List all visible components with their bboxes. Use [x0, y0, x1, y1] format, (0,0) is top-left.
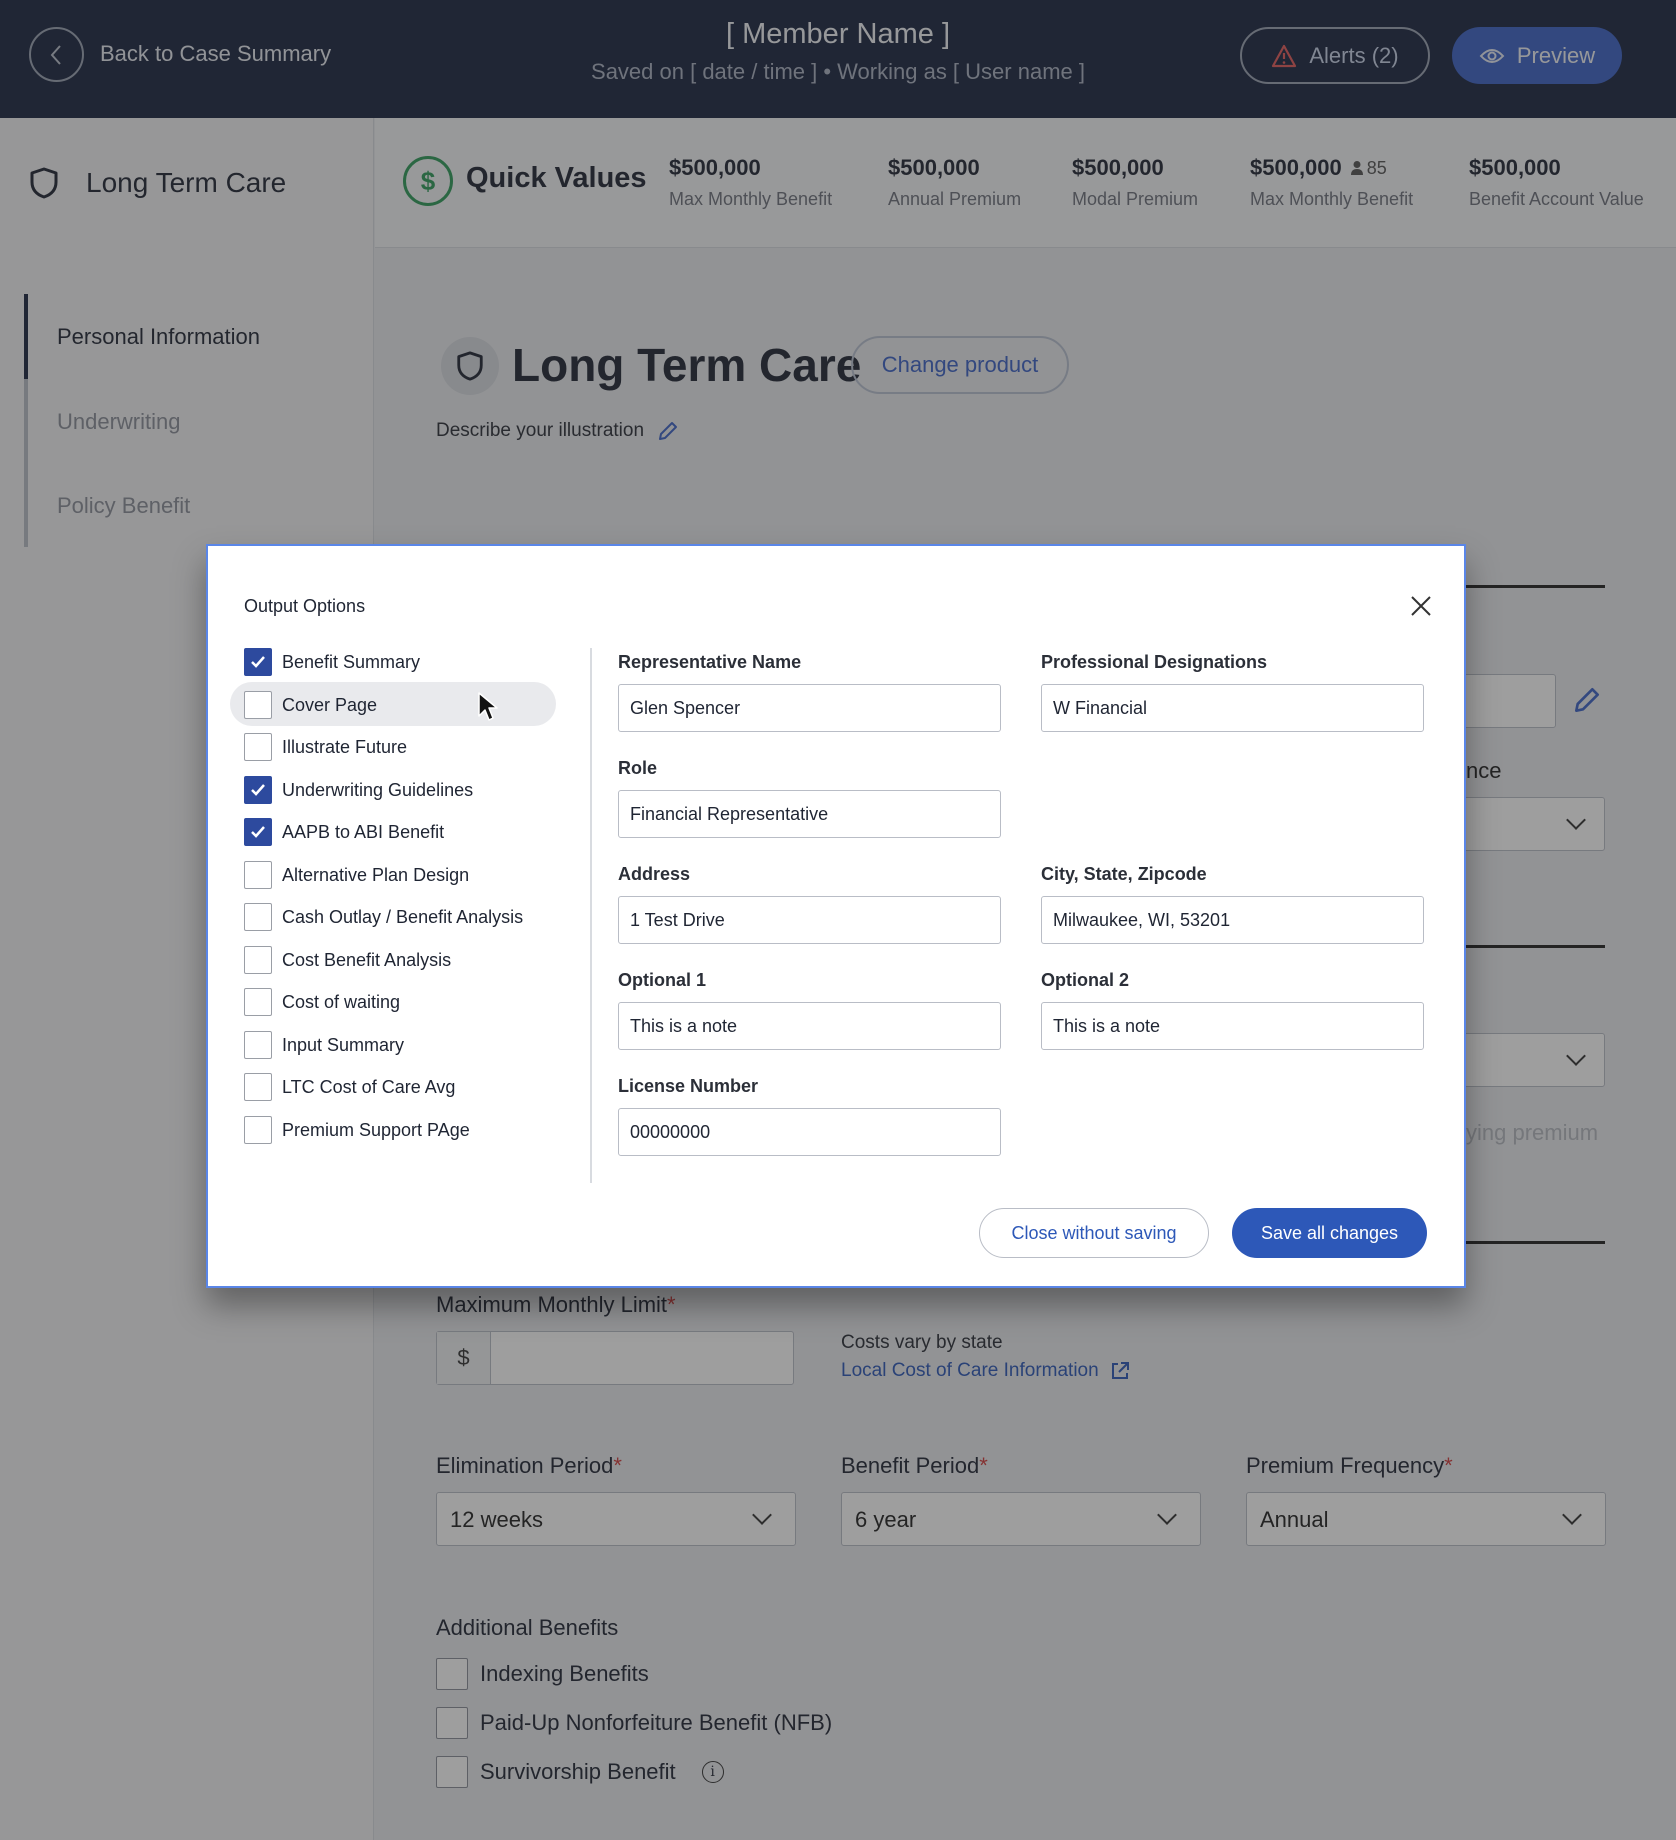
output-option[interactable]: Input Summary	[244, 1031, 404, 1059]
close-icon[interactable]	[1409, 594, 1433, 618]
output-option-label: Cover Page	[282, 694, 378, 715]
output-option[interactable]: Cover Page	[244, 691, 377, 719]
checkmark-icon	[251, 826, 265, 838]
optional1-label: Optional 1	[618, 970, 707, 990]
checkmark-icon	[251, 656, 265, 668]
output-option-label: Underwriting Guidelines	[282, 779, 474, 800]
output-option[interactable]: Alternative Plan Design	[244, 861, 469, 889]
rep-name-label: Representative Name	[618, 652, 802, 672]
address-label: Address	[618, 864, 691, 884]
optional1-input[interactable]	[618, 1002, 1001, 1050]
city-state-zip-input[interactable]	[1041, 896, 1424, 944]
output-option[interactable]: Benefit Summary	[244, 648, 420, 676]
output-option-label: AAPB to ABI Benefit	[282, 821, 445, 842]
checkbox[interactable]	[244, 903, 272, 931]
output-option-label: Cash Outlay / Benefit Analysis	[282, 906, 524, 927]
optional2-label: Optional 2	[1041, 970, 1130, 990]
output-option-label: Cost Benefit Analysis	[282, 949, 452, 970]
output-option[interactable]: Cost Benefit Analysis	[244, 946, 451, 974]
checkbox-checked[interactable]	[244, 818, 272, 846]
output-option[interactable]: LTC Cost of Care Avg	[244, 1073, 455, 1101]
checkbox-checked[interactable]	[244, 648, 272, 676]
checkbox[interactable]	[244, 946, 272, 974]
close-without-saving-button[interactable]: Close without saving	[979, 1208, 1209, 1258]
checkbox[interactable]	[244, 1116, 272, 1144]
output-option-label: Input Summary	[282, 1034, 405, 1055]
modal-title: Output Options	[244, 596, 366, 616]
role-input[interactable]	[618, 790, 1001, 838]
checkbox-checked[interactable]	[244, 776, 272, 804]
output-option[interactable]: Premium Support PAge	[244, 1116, 470, 1144]
output-option[interactable]: AAPB to ABI Benefit	[244, 818, 444, 846]
prof-designations-label: Professional Designations	[1041, 652, 1268, 672]
prof-designations-input[interactable]	[1041, 684, 1424, 732]
output-option[interactable]: Underwriting Guidelines	[244, 776, 473, 804]
rep-name-input[interactable]	[618, 684, 1001, 732]
save-all-changes-button[interactable]: Save all changes	[1232, 1208, 1427, 1258]
output-option[interactable]: Illustrate Future	[244, 733, 407, 761]
output-option-label: Alternative Plan Design	[282, 864, 470, 885]
checkbox[interactable]	[244, 861, 272, 889]
output-option-label: Benefit Summary	[282, 651, 421, 672]
output-options-modal: Output Options Benefit Summary Cover Page…	[206, 544, 1466, 1288]
city-state-zip-label: City, State, Zipcode	[1041, 864, 1207, 884]
license-label: License Number	[618, 1076, 759, 1096]
output-option-label: Premium Support PAge	[282, 1119, 470, 1140]
optional2-input[interactable]	[1041, 1002, 1424, 1050]
output-option-label: Cost of waiting	[282, 991, 401, 1012]
role-label: Role	[618, 758, 658, 778]
output-option-label: LTC Cost of Care Avg	[282, 1076, 456, 1097]
checkmark-icon	[251, 784, 265, 796]
address-input[interactable]	[618, 896, 1001, 944]
license-input[interactable]	[618, 1108, 1001, 1156]
checkbox[interactable]	[244, 1073, 272, 1101]
checkbox[interactable]	[244, 988, 272, 1016]
checkbox[interactable]	[244, 733, 272, 761]
mouse-cursor-icon	[478, 692, 498, 721]
checkbox[interactable]	[244, 1031, 272, 1059]
output-option[interactable]: Cash Outlay / Benefit Analysis	[244, 903, 523, 931]
output-option[interactable]: Cost of waiting	[244, 988, 400, 1016]
column-divider	[590, 648, 592, 1183]
output-option-label: Illustrate Future	[282, 736, 408, 757]
checkbox[interactable]	[244, 691, 272, 719]
